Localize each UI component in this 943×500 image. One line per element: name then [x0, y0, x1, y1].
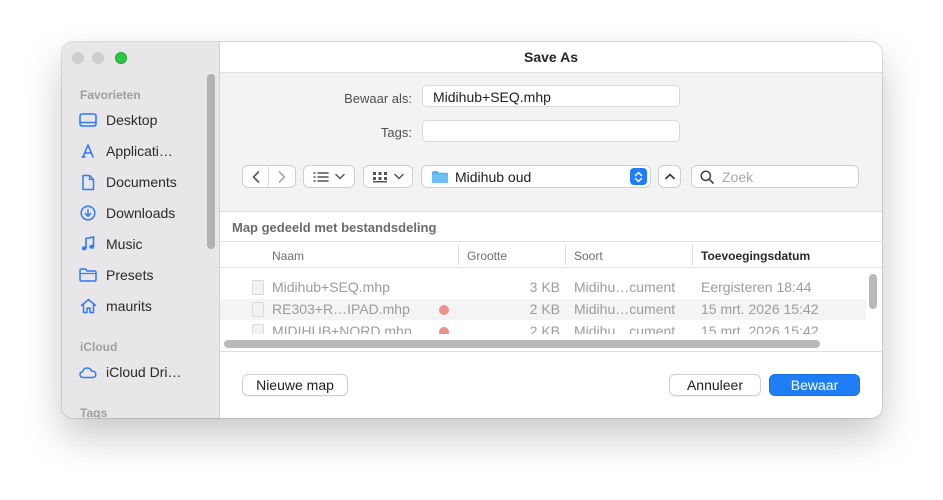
- file-row[interactable]: RE303+R…IPAD.mhp 2 KB Midihu…cument 15 m…: [220, 299, 866, 320]
- chevron-down-icon: [335, 173, 345, 180]
- sidebar-heading-tags: Tags: [80, 406, 108, 418]
- red-tag-icon: [439, 327, 449, 334]
- grid-view-icon: [373, 171, 387, 182]
- applications-icon: [79, 142, 97, 160]
- sidebar-item-downloads[interactable]: Downloads: [79, 202, 175, 224]
- updown-chevron-icon: [630, 168, 647, 185]
- sidebar-item-label: Desktop: [106, 112, 158, 128]
- location-label: Midihub oud: [455, 168, 532, 185]
- desktop-icon: [79, 111, 97, 129]
- sidebar: Favorieten Desktop Applicati… Documents …: [62, 42, 220, 418]
- file-kind: Midihu…cument: [574, 323, 676, 334]
- back-forward-control: [242, 165, 296, 188]
- document-icon: [79, 173, 97, 191]
- location-popup[interactable]: Midihub oud: [421, 165, 651, 188]
- new-folder-button[interactable]: Nieuwe map: [242, 374, 348, 396]
- search-placeholder: Zoek: [722, 168, 754, 185]
- list-view-icon: [313, 171, 329, 182]
- forward-button[interactable]: [269, 166, 295, 187]
- sidebar-item-label: Documents: [106, 174, 177, 190]
- search-input[interactable]: Zoek: [691, 165, 859, 188]
- chevron-up-icon: [664, 173, 675, 180]
- file-kind: Midihu…cument: [574, 279, 676, 295]
- filename-field[interactable]: Midihub+SEQ.mhp: [422, 85, 680, 107]
- group-view-button[interactable]: [363, 165, 413, 188]
- red-tag-icon: [439, 305, 449, 315]
- file-date: 15 mrt. 2026 15:42: [701, 323, 819, 334]
- shared-folder-banner: Map gedeeld met bestandsdeling: [232, 220, 437, 235]
- column-header-row: Naam Grootte Soort Toevoegingsdatum: [220, 241, 882, 268]
- search-icon: [700, 169, 714, 184]
- file-size: 2 KB: [529, 323, 560, 334]
- window-title: Save As: [524, 49, 578, 65]
- vertical-scrollbar[interactable]: [869, 274, 877, 309]
- sidebar-heading-icloud: iCloud: [80, 340, 118, 354]
- sidebar-item-home[interactable]: maurits: [79, 295, 152, 317]
- minimize-window-button[interactable]: [92, 52, 104, 64]
- column-kind[interactable]: Soort: [574, 249, 603, 263]
- document-icon: [252, 324, 264, 334]
- sidebar-item-documents[interactable]: Documents: [79, 171, 177, 193]
- sidebar-item-label: Downloads: [106, 205, 176, 221]
- document-icon: [252, 280, 264, 295]
- file-kind: Midihu…cument: [574, 301, 676, 317]
- sidebar-item-label: Presets: [106, 267, 154, 283]
- file-name: Midihub+SEQ.mhp: [272, 279, 390, 295]
- music-icon: [79, 235, 97, 253]
- column-name[interactable]: Naam: [272, 249, 304, 263]
- sidebar-item-desktop[interactable]: Desktop: [79, 109, 157, 131]
- download-icon: [79, 204, 97, 222]
- column-size[interactable]: Grootte: [467, 249, 507, 263]
- sidebar-heading-favorites: Favorieten: [80, 88, 141, 102]
- folder-icon: [432, 170, 448, 183]
- file-date: Eergisteren 18:44: [701, 279, 812, 295]
- folder-icon: [79, 266, 97, 284]
- file-size: 2 KB: [529, 301, 560, 317]
- file-row[interactable]: MIDIHUB+NORD.mhp 2 KB Midihu…cument 15 m…: [220, 321, 866, 334]
- back-button[interactable]: [243, 166, 269, 187]
- file-name: MIDIHUB+NORD.mhp: [272, 323, 412, 334]
- tags-field[interactable]: [422, 120, 680, 142]
- document-icon: [252, 302, 264, 317]
- close-window-button[interactable]: [72, 52, 84, 64]
- cloud-icon: [79, 363, 97, 381]
- column-divider[interactable]: [565, 245, 566, 265]
- column-divider[interactable]: [692, 245, 693, 265]
- sidebar-item-applications[interactable]: Applicati…: [79, 140, 173, 162]
- divider: [220, 351, 882, 352]
- chevron-down-icon: [394, 173, 404, 180]
- home-icon: [79, 297, 97, 315]
- list-view-button[interactable]: [303, 165, 355, 188]
- expand-collapse-button[interactable]: [658, 165, 681, 188]
- column-date-added[interactable]: Toevoegingsdatum: [701, 249, 810, 263]
- sidebar-item-music[interactable]: Music: [79, 233, 143, 255]
- sidebar-item-label: maurits: [106, 298, 152, 314]
- save-as-label: Bewaar als:: [344, 91, 412, 106]
- tags-label: Tags:: [380, 125, 412, 140]
- column-divider[interactable]: [458, 245, 459, 265]
- sidebar-item-icloud-drive[interactable]: iCloud Dri…: [79, 361, 181, 383]
- save-button[interactable]: Bewaar: [769, 374, 860, 396]
- chevron-left-icon: [252, 170, 259, 183]
- file-name: RE303+R…IPAD.mhp: [272, 301, 410, 317]
- sidebar-item-presets[interactable]: Presets: [79, 264, 153, 286]
- main-panel: Save As Bewaar als: Midihub+SEQ.mhp Tags…: [220, 42, 882, 418]
- zoom-window-button[interactable]: [115, 52, 127, 64]
- sidebar-item-label: Music: [106, 236, 143, 252]
- file-row[interactable]: Midihub+SEQ.mhp 3 KB Midihu…cument Eergi…: [220, 277, 866, 298]
- sidebar-item-label: Applicati…: [106, 143, 173, 159]
- chevron-right-icon: [278, 170, 286, 183]
- sidebar-item-label: iCloud Dri…: [106, 364, 182, 380]
- cancel-button[interactable]: Annuleer: [669, 374, 761, 396]
- file-row-clip: MIDIHUB+NORD.mhp 2 KB Midihu…cument 15 m…: [220, 321, 866, 334]
- file-size: 3 KB: [529, 279, 560, 295]
- sidebar-scrollbar[interactable]: [207, 74, 215, 249]
- horizontal-scrollbar[interactable]: [224, 340, 820, 348]
- save-as-dialog: Favorieten Desktop Applicati… Documents …: [62, 42, 882, 418]
- file-date: 15 mrt. 2026 15:42: [701, 301, 819, 317]
